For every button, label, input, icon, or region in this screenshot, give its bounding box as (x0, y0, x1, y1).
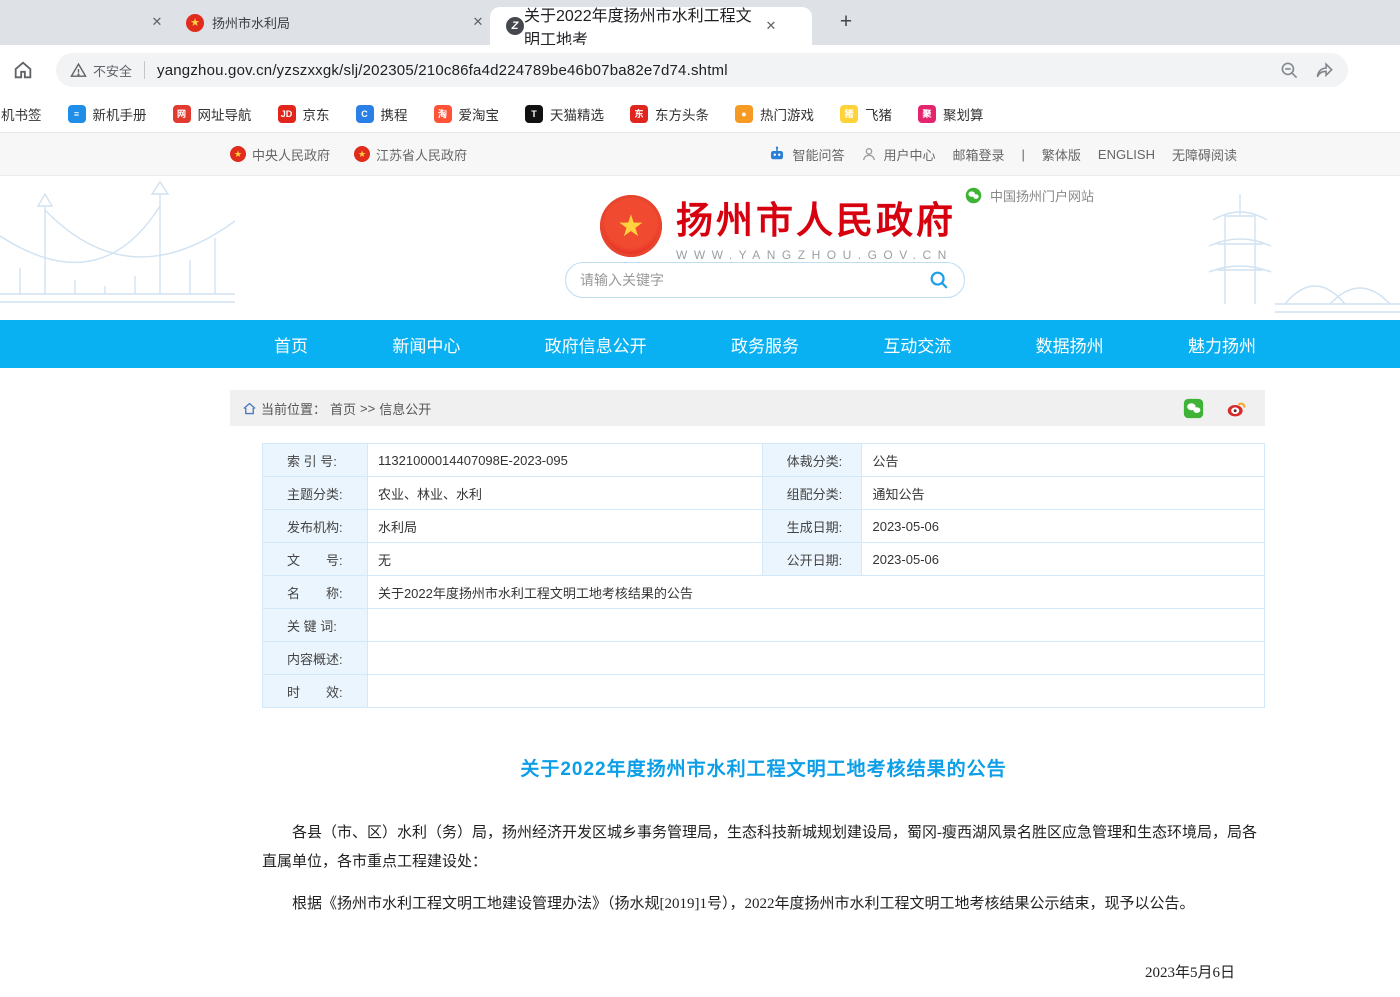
security-label[interactable]: 不安全 (93, 61, 132, 80)
url-nav-icon: 网 (173, 105, 191, 123)
manual-icon: ≡ (68, 105, 86, 123)
nav-home[interactable]: 首页 (274, 332, 308, 357)
url-text[interactable]: yangzhou.gov.cn/yzszxxgk/slj/202305/210c… (157, 62, 728, 79)
close-icon[interactable]: ✕ (148, 13, 166, 31)
new-tab-button[interactable]: + (832, 9, 860, 37)
article-title: 关于2022年度扬州市水利工程文明工地考核结果的公告 (262, 754, 1265, 781)
close-icon[interactable]: ✕ (469, 13, 487, 31)
article: 关于2022年度扬州市水利工程文明工地考核结果的公告 各县（市、区）水利（务）局… (262, 754, 1265, 997)
eastday-icon: 东 (630, 105, 648, 123)
site-favicon: Z (506, 17, 524, 35)
zoom-out-icon[interactable] (1280, 61, 1299, 80)
nav-gov-info-disclosure[interactable]: 政府信息公开 (545, 332, 647, 357)
article-paragraph: 各县（市、区）水利（务）局，扬州经济开发区城乡事务管理局，生态科技新城规划建设局… (262, 819, 1265, 876)
gov-emblem-icon: ★ (354, 146, 370, 162)
close-icon[interactable]: ✕ (762, 17, 780, 35)
divider (144, 61, 145, 79)
article-paragraph: 根据《扬州市水利工程文明工地建设管理办法》（扬水规[2019]1号），2022年… (262, 890, 1265, 919)
traditional-chinese-link[interactable]: 繁体版 (1042, 145, 1081, 164)
breadcrumb-current[interactable]: 信息公开 (379, 399, 431, 418)
bookmark-eastday[interactable]: 东 东方头条 (630, 104, 709, 124)
pagoda-sketch-decoration (1165, 176, 1400, 320)
table-row: 文 号: 无 公开日期: 2023-05-06 (263, 543, 1265, 576)
address-bar[interactable]: 不安全 yangzhou.gov.cn/yzszxxgk/slj/202305/… (56, 53, 1348, 87)
breadcrumb-home-link[interactable]: 首页 (330, 399, 356, 418)
bookmark-tmall[interactable]: T 天猫精选 (525, 104, 604, 124)
search-icon[interactable] (928, 269, 950, 291)
site-utility-bar: ★ 中央人民政府 ★ 江苏省人民政府 智能问答 用户 (0, 133, 1400, 176)
divider: | (1022, 147, 1025, 162)
browser-tab-strip: ✕ ★ 扬州市水利局 ✕ Z 关于2022年度扬州市水利工程文明工地考 ✕ + (0, 0, 1400, 45)
portal-link[interactable]: 中国扬州门户网站 (965, 186, 1094, 205)
tab-title: 扬州市水利局 (212, 13, 290, 32)
ctrip-icon: C (356, 105, 374, 123)
games-icon: ● (735, 105, 753, 123)
site-name: 扬州市人民政府 (676, 190, 956, 244)
tab-active-announcement[interactable]: Z 关于2022年度扬州市水利工程文明工地考 ✕ (490, 7, 812, 45)
wechat-share-icon[interactable] (1183, 398, 1204, 419)
bookmark-fliggy[interactable]: 猪 飞猪 (840, 104, 892, 124)
english-link[interactable]: ENGLISH (1098, 147, 1155, 162)
accessibility-link[interactable]: 无障碍阅读 (1172, 145, 1237, 164)
national-emblem-icon: ★ (600, 195, 662, 257)
bookmark-ctrip[interactable]: C 携程 (356, 104, 408, 124)
mail-login-link[interactable]: 邮箱登录 (952, 145, 1004, 164)
nav-data-yangzhou[interactable]: 数据扬州 (1036, 332, 1104, 357)
wechat-icon (965, 187, 982, 204)
home-small-icon (242, 401, 257, 416)
site-url: WWW.YANGZHOU.GOV.CN (676, 248, 956, 262)
breadcrumb: 当前位置： 首页 >> 信息公开 (230, 390, 1265, 426)
nav-news-center[interactable]: 新闻中心 (392, 332, 460, 357)
nav-charm-yangzhou[interactable]: 魅力扬州 (1188, 332, 1256, 357)
nav-gov-services[interactable]: 政务服务 (731, 332, 799, 357)
link-jiangsu-government[interactable]: ★ 江苏省人民政府 (354, 145, 467, 164)
gov-emblem-favicon: ★ (186, 14, 204, 32)
table-row: 主题分类: 农业、林业、水利 组配分类: 通知公告 (263, 477, 1265, 510)
robot-icon (768, 145, 786, 163)
search-input[interactable] (580, 272, 928, 288)
nav-interaction[interactable]: 互动交流 (883, 332, 951, 357)
tab-title: 关于2022年度扬州市水利工程文明工地考 (524, 2, 762, 50)
user-center-link[interactable]: 用户中心 (861, 145, 935, 164)
breadcrumb-label: 当前位置： (261, 399, 326, 418)
smart-qa-link[interactable]: 智能问答 (768, 145, 844, 164)
bookmarks-bar: 机书签 ≡ 新机手册 网 网址导航 JD 京东 C 携程 淘 爱淘宝 T 天猫精… (0, 95, 1400, 133)
warning-triangle-icon[interactable] (70, 62, 87, 79)
table-row: 时 效: (263, 675, 1265, 708)
bookmark-juhuasuan[interactable]: 聚 聚划算 (918, 104, 984, 124)
article-date: 2023年5月6日 (262, 959, 1265, 988)
site-search (565, 262, 965, 298)
bookmark-new-phone-manual[interactable]: ≡ 新机手册 (68, 104, 147, 124)
juhuasuan-icon: 聚 (918, 105, 936, 123)
jd-icon: JD (278, 105, 296, 123)
bookmark-jd[interactable]: JD 京东 (278, 104, 330, 124)
tmall-icon: T (525, 105, 543, 123)
bookmark-hot-games[interactable]: ● 热门游戏 (735, 104, 814, 124)
taobao-icon: 淘 (434, 105, 452, 123)
share-icon[interactable] (1315, 61, 1334, 80)
fliggy-icon: 猪 (840, 105, 858, 123)
table-row: 索 引 号: 11321000014407098E-2023-095 体裁分类:… (263, 444, 1265, 477)
bridge-sketch-decoration (0, 176, 235, 320)
main-navigation: 首页 新闻中心 政府信息公开 政务服务 互动交流 数据扬州 魅力扬州 (0, 320, 1400, 368)
home-icon[interactable] (12, 59, 34, 81)
site-logo[interactable]: ★ 扬州市人民政府 WWW.YANGZHOU.GOV.CN (600, 190, 956, 262)
table-row: 关 键 词: (263, 609, 1265, 642)
table-row: 发布机构: 水利局 生成日期: 2023-05-06 (263, 510, 1265, 543)
link-central-government[interactable]: ★ 中央人民政府 (230, 145, 330, 164)
browser-toolbar: 不安全 yangzhou.gov.cn/yzszxxgk/slj/202305/… (0, 45, 1400, 95)
bookmark-phone-bookmarks[interactable]: 机书签 (0, 104, 42, 124)
document-meta-table: 索 引 号: 11321000014407098E-2023-095 体裁分类:… (262, 443, 1265, 708)
bookmark-aitaobao[interactable]: 淘 爱淘宝 (434, 104, 500, 124)
gov-emblem-icon: ★ (230, 146, 246, 162)
breadcrumb-separator: >> (360, 401, 375, 416)
tab-yangzhou-water-bureau[interactable]: ★ 扬州市水利局 ✕ (186, 0, 486, 45)
table-row: 名 称: 关于2022年度扬州市水利工程文明工地考核结果的公告 (263, 576, 1265, 609)
bookmark-url-nav[interactable]: 网 网址导航 (173, 104, 252, 124)
table-row: 内容概述: (263, 642, 1265, 675)
weibo-share-icon[interactable] (1226, 398, 1247, 419)
user-icon (861, 146, 877, 162)
site-header-banner: ★ 扬州市人民政府 WWW.YANGZHOU.GOV.CN 中国扬州门户网站 (0, 176, 1400, 320)
content-container: 当前位置： 首页 >> 信息公开 索 (230, 390, 1265, 997)
